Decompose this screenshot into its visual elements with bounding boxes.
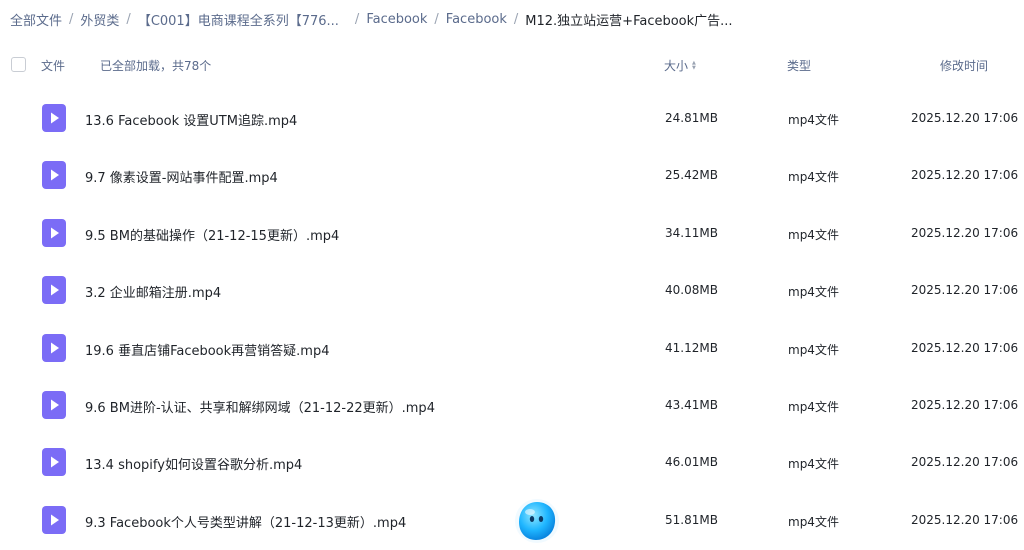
breadcrumb-item-all-files[interactable]: 全部文件 bbox=[10, 10, 62, 29]
file-size: 46.01MB bbox=[665, 455, 718, 470]
column-header-size-label: 大小 bbox=[664, 59, 689, 73]
file-name[interactable]: 9.5 BM的基础操作（21-12-15更新）.mp4 bbox=[85, 225, 339, 244]
file-name[interactable]: 13.4 shopify如何设置谷歌分析.mp4 bbox=[85, 454, 302, 473]
file-row[interactable]: 9.6 BM进阶-认证、共享和解绑网域（21-12-22更新）.mp4 43.4… bbox=[0, 377, 1024, 434]
file-row[interactable]: 9.7 像素设置-网站事件配置.mp4 25.42MB mp4文件 2025.1… bbox=[0, 147, 1024, 204]
column-header-type[interactable]: 类型 bbox=[787, 57, 811, 74]
file-modified-time: 2025.12.20 17:06 bbox=[911, 397, 1019, 412]
assistant-mascot-icon[interactable] bbox=[514, 498, 560, 544]
file-name[interactable]: 9.7 像素设置-网站事件配置.mp4 bbox=[85, 167, 278, 186]
breadcrumb: 全部文件 / 外贸类 / 【C001】电商课程全系列【776... / Face… bbox=[10, 8, 733, 30]
file-row[interactable]: 19.6 垂直店铺Facebook再营销答疑.mp4 41.12MB mp4文件… bbox=[0, 320, 1024, 377]
file-type: mp4文件 bbox=[788, 170, 839, 185]
file-type: mp4文件 bbox=[788, 399, 839, 414]
breadcrumb-item-course-series[interactable]: 【C001】电商课程全系列【776... bbox=[138, 10, 339, 29]
file-modified-time: 2025.12.20 17:06 bbox=[911, 111, 1019, 125]
file-name[interactable]: 9.6 BM进阶-认证、共享和解绑网域（21-12-22更新）.mp4 bbox=[85, 397, 435, 416]
breadcrumb-separator: / bbox=[69, 11, 74, 27]
file-row[interactable]: 13.4 shopify如何设置谷歌分析.mp4 46.01MB mp4文件 2… bbox=[0, 434, 1024, 491]
video-file-icon bbox=[42, 390, 66, 419]
file-type: mp4文件 bbox=[788, 342, 839, 357]
file-row[interactable]: 3.2 企业邮箱注册.mp4 40.08MB mp4文件 2025.12.20 … bbox=[0, 262, 1024, 319]
file-name[interactable]: 19.6 垂直店铺Facebook再营销答疑.mp4 bbox=[85, 340, 329, 359]
breadcrumb-separator: / bbox=[126, 11, 131, 27]
file-size: 41.12MB bbox=[665, 340, 718, 355]
video-file-icon bbox=[42, 218, 66, 247]
file-size: 51.81MB bbox=[665, 512, 718, 527]
file-list-header: 文件 已全部加载，共78个 大小 ▲ ▼ 类型 修改时间 bbox=[0, 52, 1024, 78]
select-all-checkbox[interactable] bbox=[11, 57, 26, 72]
breadcrumb-item-foreign-trade[interactable]: 外贸类 bbox=[80, 10, 119, 29]
file-name[interactable]: 13.6 Facebook 设置UTM追踪.mp4 bbox=[85, 110, 297, 129]
file-row[interactable]: 13.6 Facebook 设置UTM追踪.mp4 24.81MB mp4文件 … bbox=[0, 90, 1024, 147]
file-row[interactable]: 9.3 Facebook个人号类型讲解（21-12-13更新）.mp4 51.8… bbox=[0, 492, 1024, 549]
breadcrumb-separator: / bbox=[513, 11, 519, 27]
file-name[interactable]: 3.2 企业邮箱注册.mp4 bbox=[85, 282, 221, 301]
file-size: 43.41MB bbox=[665, 397, 718, 412]
file-size: 40.08MB bbox=[665, 283, 718, 298]
file-modified-time: 2025.12.20 17:06 bbox=[911, 283, 1019, 298]
breadcrumb-separator: / bbox=[434, 11, 439, 27]
file-modified-time: 2025.12.20 17:06 bbox=[911, 168, 1019, 183]
file-size: 25.42MB bbox=[665, 168, 718, 183]
breadcrumb-item-facebook[interactable]: Facebook bbox=[366, 12, 427, 27]
file-modified-time: 2025.12.20 17:06 bbox=[911, 455, 1019, 470]
breadcrumb-item-current: M12.独立站运营+Facebook广告... bbox=[525, 13, 733, 29]
video-file-icon bbox=[42, 448, 66, 477]
file-row[interactable]: 9.5 BM的基础操作（21-12-15更新）.mp4 34.11MB mp4文… bbox=[0, 205, 1024, 262]
file-modified-time: 2025.12.20 17:06 bbox=[911, 512, 1019, 527]
file-size: 24.81MB bbox=[665, 111, 718, 125]
video-file-icon bbox=[42, 276, 66, 305]
video-file-icon bbox=[42, 333, 66, 362]
file-modified-time: 2025.12.20 17:06 bbox=[911, 225, 1019, 240]
file-type: mp4文件 bbox=[788, 285, 839, 300]
video-file-icon bbox=[42, 104, 66, 132]
video-file-icon bbox=[42, 161, 66, 190]
file-size: 34.11MB bbox=[665, 225, 718, 240]
file-list: 13.6 Facebook 设置UTM追踪.mp4 24.81MB mp4文件 … bbox=[0, 90, 1024, 549]
file-modified-time: 2025.12.20 17:06 bbox=[911, 340, 1019, 355]
file-type: mp4文件 bbox=[788, 227, 839, 242]
file-name[interactable]: 9.3 Facebook个人号类型讲解（21-12-13更新）.mp4 bbox=[85, 512, 406, 531]
breadcrumb-item-facebook-sub[interactable]: Facebook bbox=[446, 12, 507, 27]
column-header-name[interactable]: 文件 bbox=[41, 57, 65, 74]
file-type: mp4文件 bbox=[788, 113, 839, 127]
file-type: mp4文件 bbox=[788, 514, 839, 529]
sort-icon[interactable]: ▲ ▼ bbox=[692, 60, 696, 71]
video-file-icon bbox=[42, 505, 66, 534]
load-status: 已全部加载，共78个 bbox=[100, 59, 212, 73]
column-header-modified-time[interactable]: 修改时间 bbox=[940, 57, 988, 74]
breadcrumb-separator: / bbox=[354, 11, 360, 27]
column-header-size[interactable]: 大小 ▲ ▼ bbox=[664, 57, 696, 74]
file-type: mp4文件 bbox=[788, 457, 839, 472]
